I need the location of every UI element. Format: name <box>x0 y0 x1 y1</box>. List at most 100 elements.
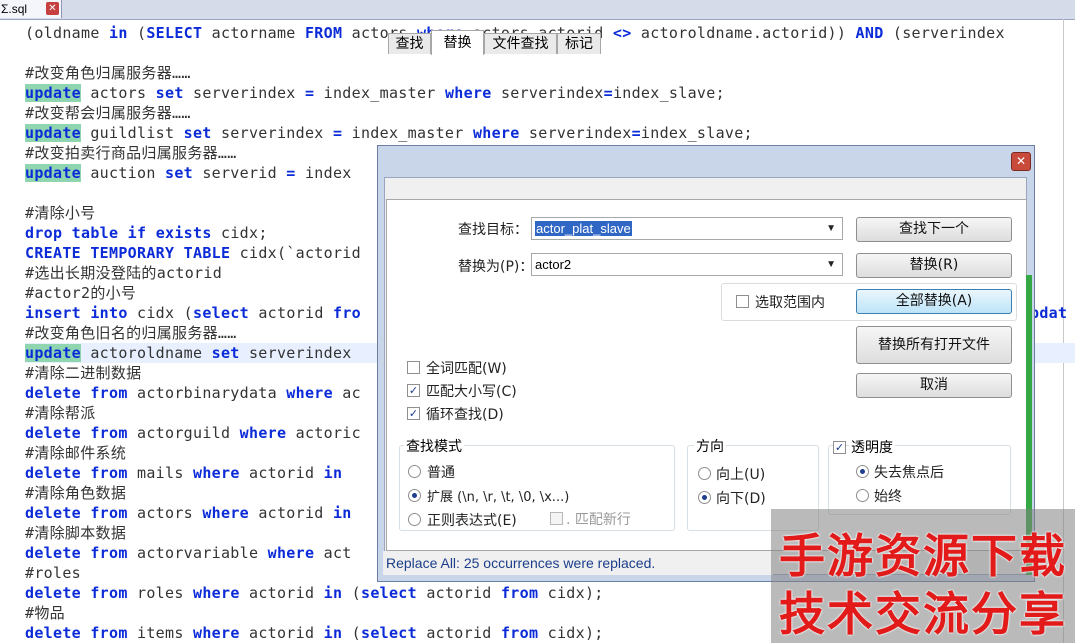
code-line[interactable]: #改变帮会归属服务器…… <box>25 103 1075 123</box>
code-keyword: from <box>90 384 128 402</box>
code-keyword: delete <box>25 624 81 642</box>
code-text: roles <box>127 584 193 602</box>
file-tab[interactable]: Σ.sql ✕ <box>0 0 62 18</box>
dropdown-arrow-icon[interactable]: ▼ <box>826 218 836 239</box>
code-comment: #改变帮会归属服务器…… <box>25 104 191 122</box>
code-keyword: from <box>500 584 539 602</box>
code-line[interactable]: update actors set serverindex = index_ma… <box>25 83 1075 103</box>
code-keyword: where <box>472 124 520 142</box>
code-keyword: where <box>267 544 315 562</box>
code-comment: #清除角色数据 <box>25 484 127 502</box>
direction-up-radio[interactable] <box>698 467 711 480</box>
code-text: (oldname <box>25 24 109 42</box>
whole-word-checkbox[interactable] <box>407 361 420 374</box>
cancel-button[interactable]: 取消 <box>856 373 1012 398</box>
code-keyword: delete <box>25 464 81 482</box>
code-text: cidx); <box>538 624 604 642</box>
code-text: index_slave; <box>640 124 753 142</box>
code-keyword: select <box>193 304 249 322</box>
match-case-checkbox[interactable]: ✓ <box>407 384 420 397</box>
code-keyword: from <box>90 624 128 642</box>
code-keyword: select <box>360 584 417 602</box>
tab-find-in-files[interactable]: 文件查找 <box>484 33 557 54</box>
always-radio[interactable] <box>856 489 869 502</box>
mode-normal-label: 普通 <box>427 465 455 481</box>
code-keyword: if <box>127 224 147 242</box>
code-keyword: delete <box>25 424 81 442</box>
code-text: serverindex <box>211 124 333 142</box>
code-text: mails <box>127 464 193 482</box>
code-keyword: into <box>90 304 128 322</box>
match-newline-checkbox[interactable] <box>550 512 563 525</box>
code-keyword: AND <box>855 24 884 42</box>
code-text: serverindex <box>239 344 352 362</box>
code-keyword: delete <box>25 384 81 402</box>
code-comment: #改变角色归属服务器…… <box>25 64 191 82</box>
code-keyword: FROM <box>304 24 343 42</box>
code-text: (serverindex <box>883 24 1005 42</box>
code-comment: #清除帮派 <box>25 404 96 422</box>
code-text: ( <box>342 624 361 642</box>
code-line[interactable]: update guildlist set serverindex = index… <box>25 123 1075 143</box>
code-keyword: delete <box>25 584 81 602</box>
replace-button[interactable]: 替换(R) <box>856 253 1012 278</box>
code-comment: #选出长期没登陆的actorid <box>25 264 223 282</box>
code-comment: #清除邮件系统 <box>25 444 127 462</box>
code-keyword: where <box>286 384 333 402</box>
replace-all-button[interactable]: 全部替换(A) <box>856 289 1012 314</box>
mode-normal-radio[interactable] <box>408 465 421 478</box>
code-text: actorid <box>239 624 324 642</box>
code-text: cidx(`actorid <box>230 244 361 262</box>
close-tab-icon[interactable]: ✕ <box>46 2 59 15</box>
code-comment: #清除二进制数据 <box>25 364 142 382</box>
direction-down-radio[interactable] <box>698 491 711 504</box>
on-lose-focus-radio[interactable] <box>856 465 869 478</box>
file-tab-label: Σ.sql <box>1 2 28 16</box>
code-text: guildlist <box>81 124 184 142</box>
find-value[interactable]: actor_plat_slave <box>535 221 632 236</box>
replace-label: 替换为(P)： <box>458 259 534 275</box>
code-text: actorname <box>202 24 305 42</box>
replace-combo[interactable]: actor2 ▼ <box>531 253 843 276</box>
code-text: actoric <box>286 424 361 442</box>
code-comment: #actor2的小号 <box>25 284 137 302</box>
on-lose-focus-label: 失去焦点后 <box>874 465 944 481</box>
transparency-checkbox[interactable]: ✓ <box>833 441 846 454</box>
in-selection-checkbox[interactable] <box>736 295 749 308</box>
tab-find[interactable]: 查找 <box>388 33 431 54</box>
code-keyword: from <box>90 504 128 522</box>
code-keyword: from <box>90 544 128 562</box>
dialog-close-icon[interactable]: ✕ <box>1011 152 1031 171</box>
find-next-button[interactable]: 查找下一个 <box>856 217 1012 242</box>
tab-mark[interactable]: 标记 <box>557 33 601 54</box>
replace-all-open-files-button[interactable]: 替换所有打开文件 <box>856 326 1012 364</box>
mode-extended-radio[interactable] <box>408 489 421 502</box>
code-keyword: insert <box>25 304 81 322</box>
replace-value[interactable]: actor2 <box>535 257 571 272</box>
wrap-around-checkbox[interactable]: ✓ <box>407 407 420 420</box>
direction-title: 方向 <box>694 436 726 456</box>
code-text: cidx; <box>211 224 268 242</box>
code-text: cidx); <box>538 584 604 602</box>
code-keyword: from <box>90 584 128 602</box>
code-text: serverid <box>192 164 287 182</box>
code-text: serverindex <box>183 84 305 102</box>
code-text: actorguild <box>127 424 240 442</box>
wrap-around-label: 循环查找(D) <box>426 407 504 423</box>
code-keyword: table <box>71 224 119 242</box>
code-text: actoroldname.actorid)) <box>631 24 856 42</box>
watermark-line1: 手游资源下载 <box>779 529 1067 583</box>
direction-up-label: 向上(U) <box>716 467 766 483</box>
code-text: index <box>295 164 352 182</box>
status-message: Replace All: 25 occurrences were replace… <box>383 551 773 575</box>
find-combo[interactable]: actor_plat_slave ▼ <box>531 217 843 240</box>
find-label: 查找目标： <box>458 222 528 238</box>
code-keyword: = <box>304 84 315 102</box>
dropdown-arrow-icon[interactable]: ▼ <box>826 254 836 275</box>
mode-regex-radio[interactable] <box>408 513 421 526</box>
code-line[interactable]: #改变角色归属服务器…… <box>25 63 1075 83</box>
tab-replace[interactable]: 替换 <box>431 30 484 55</box>
